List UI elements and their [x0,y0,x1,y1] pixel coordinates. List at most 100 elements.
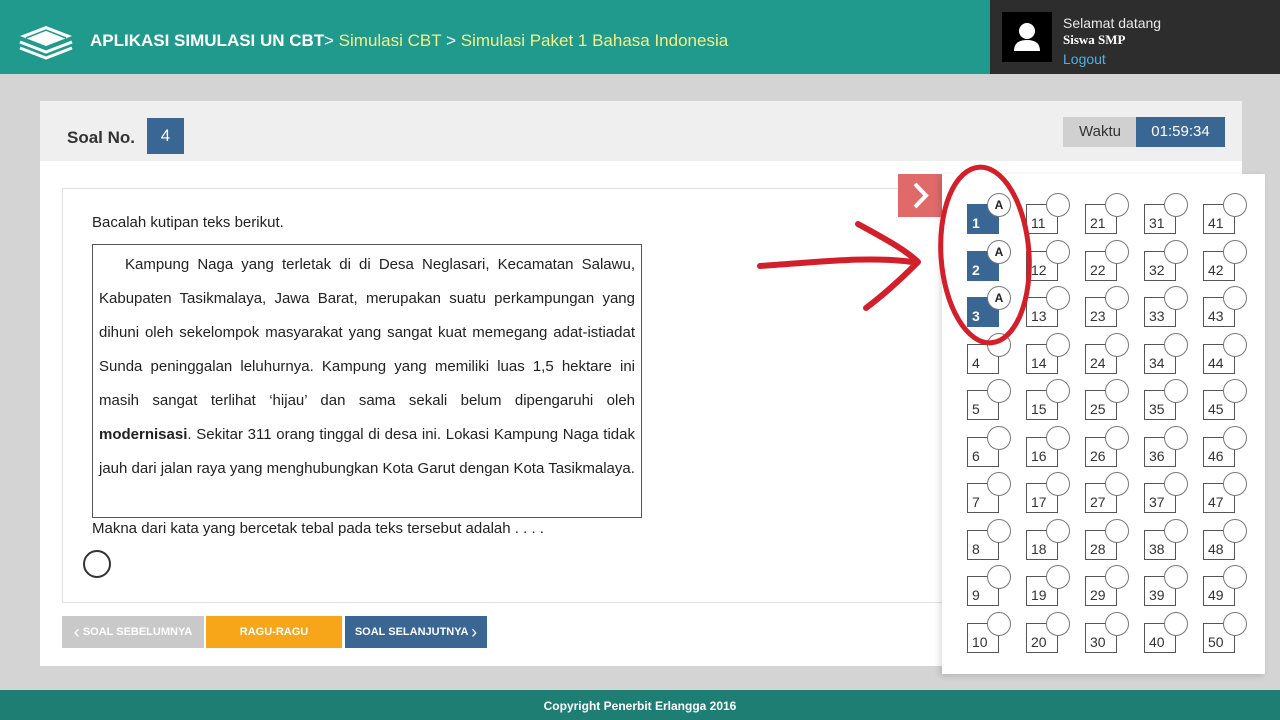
answer-badge: A [987,193,1011,217]
answer-badge [1105,239,1129,264]
question-nav-item[interactable]: 2A [967,239,1011,281]
question-nav-item[interactable]: 45 [1203,379,1247,420]
answer-option-radio[interactable] [83,550,111,578]
username: Siswa SMP [1063,32,1126,47]
question-nav-item[interactable]: 12 [1026,239,1070,281]
answer-badge [1105,565,1129,589]
question-nav-item[interactable]: 11 [1026,193,1070,234]
question-nav-item[interactable]: 38 [1144,518,1188,560]
question-nav-item[interactable]: 27 [1085,472,1129,513]
answer-badge [1046,565,1070,589]
answer-badge [987,379,1011,403]
question-nav-item[interactable]: 48 [1203,518,1247,560]
answer-badge [987,565,1011,589]
question-nav-item[interactable]: 46 [1203,425,1247,467]
logout-link[interactable]: Logout [1063,51,1106,67]
previous-question-button[interactable]: ‹ SOAL SEBELUMNYA [62,616,204,648]
copyright-text: Copyright Penerbit Erlangga 2016 [543,699,737,713]
question-nav-item[interactable]: 37 [1144,472,1188,513]
question-nav-item[interactable]: 7 [967,472,1011,513]
question-nav-item[interactable]: 8 [967,518,1011,560]
question-nav-item[interactable]: 47 [1203,472,1247,513]
question-nav-item[interactable]: 33 [1144,286,1188,327]
question-nav-item[interactable]: 28 [1085,518,1129,560]
question-nav-number: 21 [1090,215,1106,231]
chevron-right-icon [913,182,929,209]
answer-badge [1046,425,1070,450]
question-nav-item[interactable]: 40 [1144,611,1188,653]
question-nav-item[interactable]: 34 [1144,332,1188,374]
question-nav-item[interactable]: 44 [1203,332,1247,374]
question-nav-item[interactable]: 14 [1026,332,1070,374]
question-nav-item[interactable]: 24 [1085,332,1129,374]
breadcrumb-simulasi-cbt[interactable]: Simulasi CBT [339,31,442,50]
answer-badge [1105,518,1129,543]
timer-value: 01:59:34 [1136,117,1225,147]
question-nav-item[interactable]: 26 [1085,425,1129,467]
question-nav-item[interactable]: 39 [1144,565,1188,606]
next-question-button[interactable]: SOAL SELANJUTNYA › [345,616,487,648]
app-title: APLIKASI SIMULASI UN CBT [90,31,325,50]
answer-badge [987,518,1011,543]
question-nav-item[interactable]: 5 [967,379,1011,420]
answer-badge [1164,286,1188,310]
question-nav-item[interactable]: 50 [1203,611,1247,653]
question-nav-item[interactable]: 3A [967,286,1011,327]
question-nav-item[interactable]: 43 [1203,286,1247,327]
question-nav-item[interactable]: 15 [1026,379,1070,420]
answer-badge [1223,472,1247,496]
timer-label: Waktu [1063,117,1137,147]
question-nav-number: 30 [1090,633,1106,650]
answer-badge [1105,425,1129,450]
question-nav-item[interactable]: 17 [1026,472,1070,513]
question-nav-toggle[interactable] [898,174,942,217]
question-nav-item[interactable]: 20 [1026,611,1070,653]
question-nav-item[interactable]: 18 [1026,518,1070,560]
question-nav-number: 7 [972,494,980,510]
answer-badge [1046,379,1070,403]
question-nav-item[interactable]: 29 [1085,565,1129,606]
question-nav-item[interactable]: 21 [1085,193,1129,234]
question-nav-number: 42 [1208,261,1224,278]
answer-badge [1164,379,1188,403]
answer-badge [987,425,1011,450]
answer-badge [987,332,1011,357]
question-nav-item[interactable]: 30 [1085,611,1129,653]
question-nav-item[interactable]: 36 [1144,425,1188,467]
answer-badge [1046,518,1070,543]
breadcrumb-paket[interactable]: Simulasi Paket 1 Bahasa Indonesia [461,31,728,50]
question-nav-item[interactable]: 35 [1144,379,1188,420]
question-nav-item[interactable]: 6 [967,425,1011,467]
avatar [1002,12,1052,62]
question-nav-number: 13 [1031,308,1047,324]
question-nav-item[interactable]: 4 [967,332,1011,374]
question-nav-item[interactable]: 23 [1085,286,1129,327]
bold-word: modernisasi [99,426,188,443]
question-nav-item[interactable]: 41 [1203,193,1247,234]
question-nav-item[interactable]: 25 [1085,379,1129,420]
question-nav-item[interactable]: 16 [1026,425,1070,467]
question-nav-number: 10 [972,633,988,650]
answer-badge [1046,611,1070,636]
answer-badge [1164,425,1188,450]
answer-badge [1223,611,1247,636]
answer-badge [1105,611,1129,636]
question-nav-item[interactable]: 9 [967,565,1011,606]
answer-badge [1223,239,1247,264]
question-nav-item[interactable]: 10 [967,611,1011,653]
question-nav-number: 47 [1208,494,1224,510]
question-nav-number: 49 [1208,587,1224,603]
question-nav-item[interactable]: 1A [967,193,1011,234]
question-nav-number: 19 [1031,587,1047,603]
question-nav-item[interactable]: 22 [1085,239,1129,281]
doubtful-button[interactable]: RAGU-RAGU [206,616,342,648]
question-nav-number: 22 [1090,261,1106,278]
question-nav-item[interactable]: 19 [1026,565,1070,606]
question-nav-item[interactable]: 31 [1144,193,1188,234]
question-number: 4 [147,118,184,154]
question-nav-item[interactable]: 42 [1203,239,1247,281]
answer-badge: A [987,286,1011,310]
question-nav-item[interactable]: 13 [1026,286,1070,327]
question-nav-item[interactable]: 32 [1144,239,1188,281]
question-nav-item[interactable]: 49 [1203,565,1247,606]
